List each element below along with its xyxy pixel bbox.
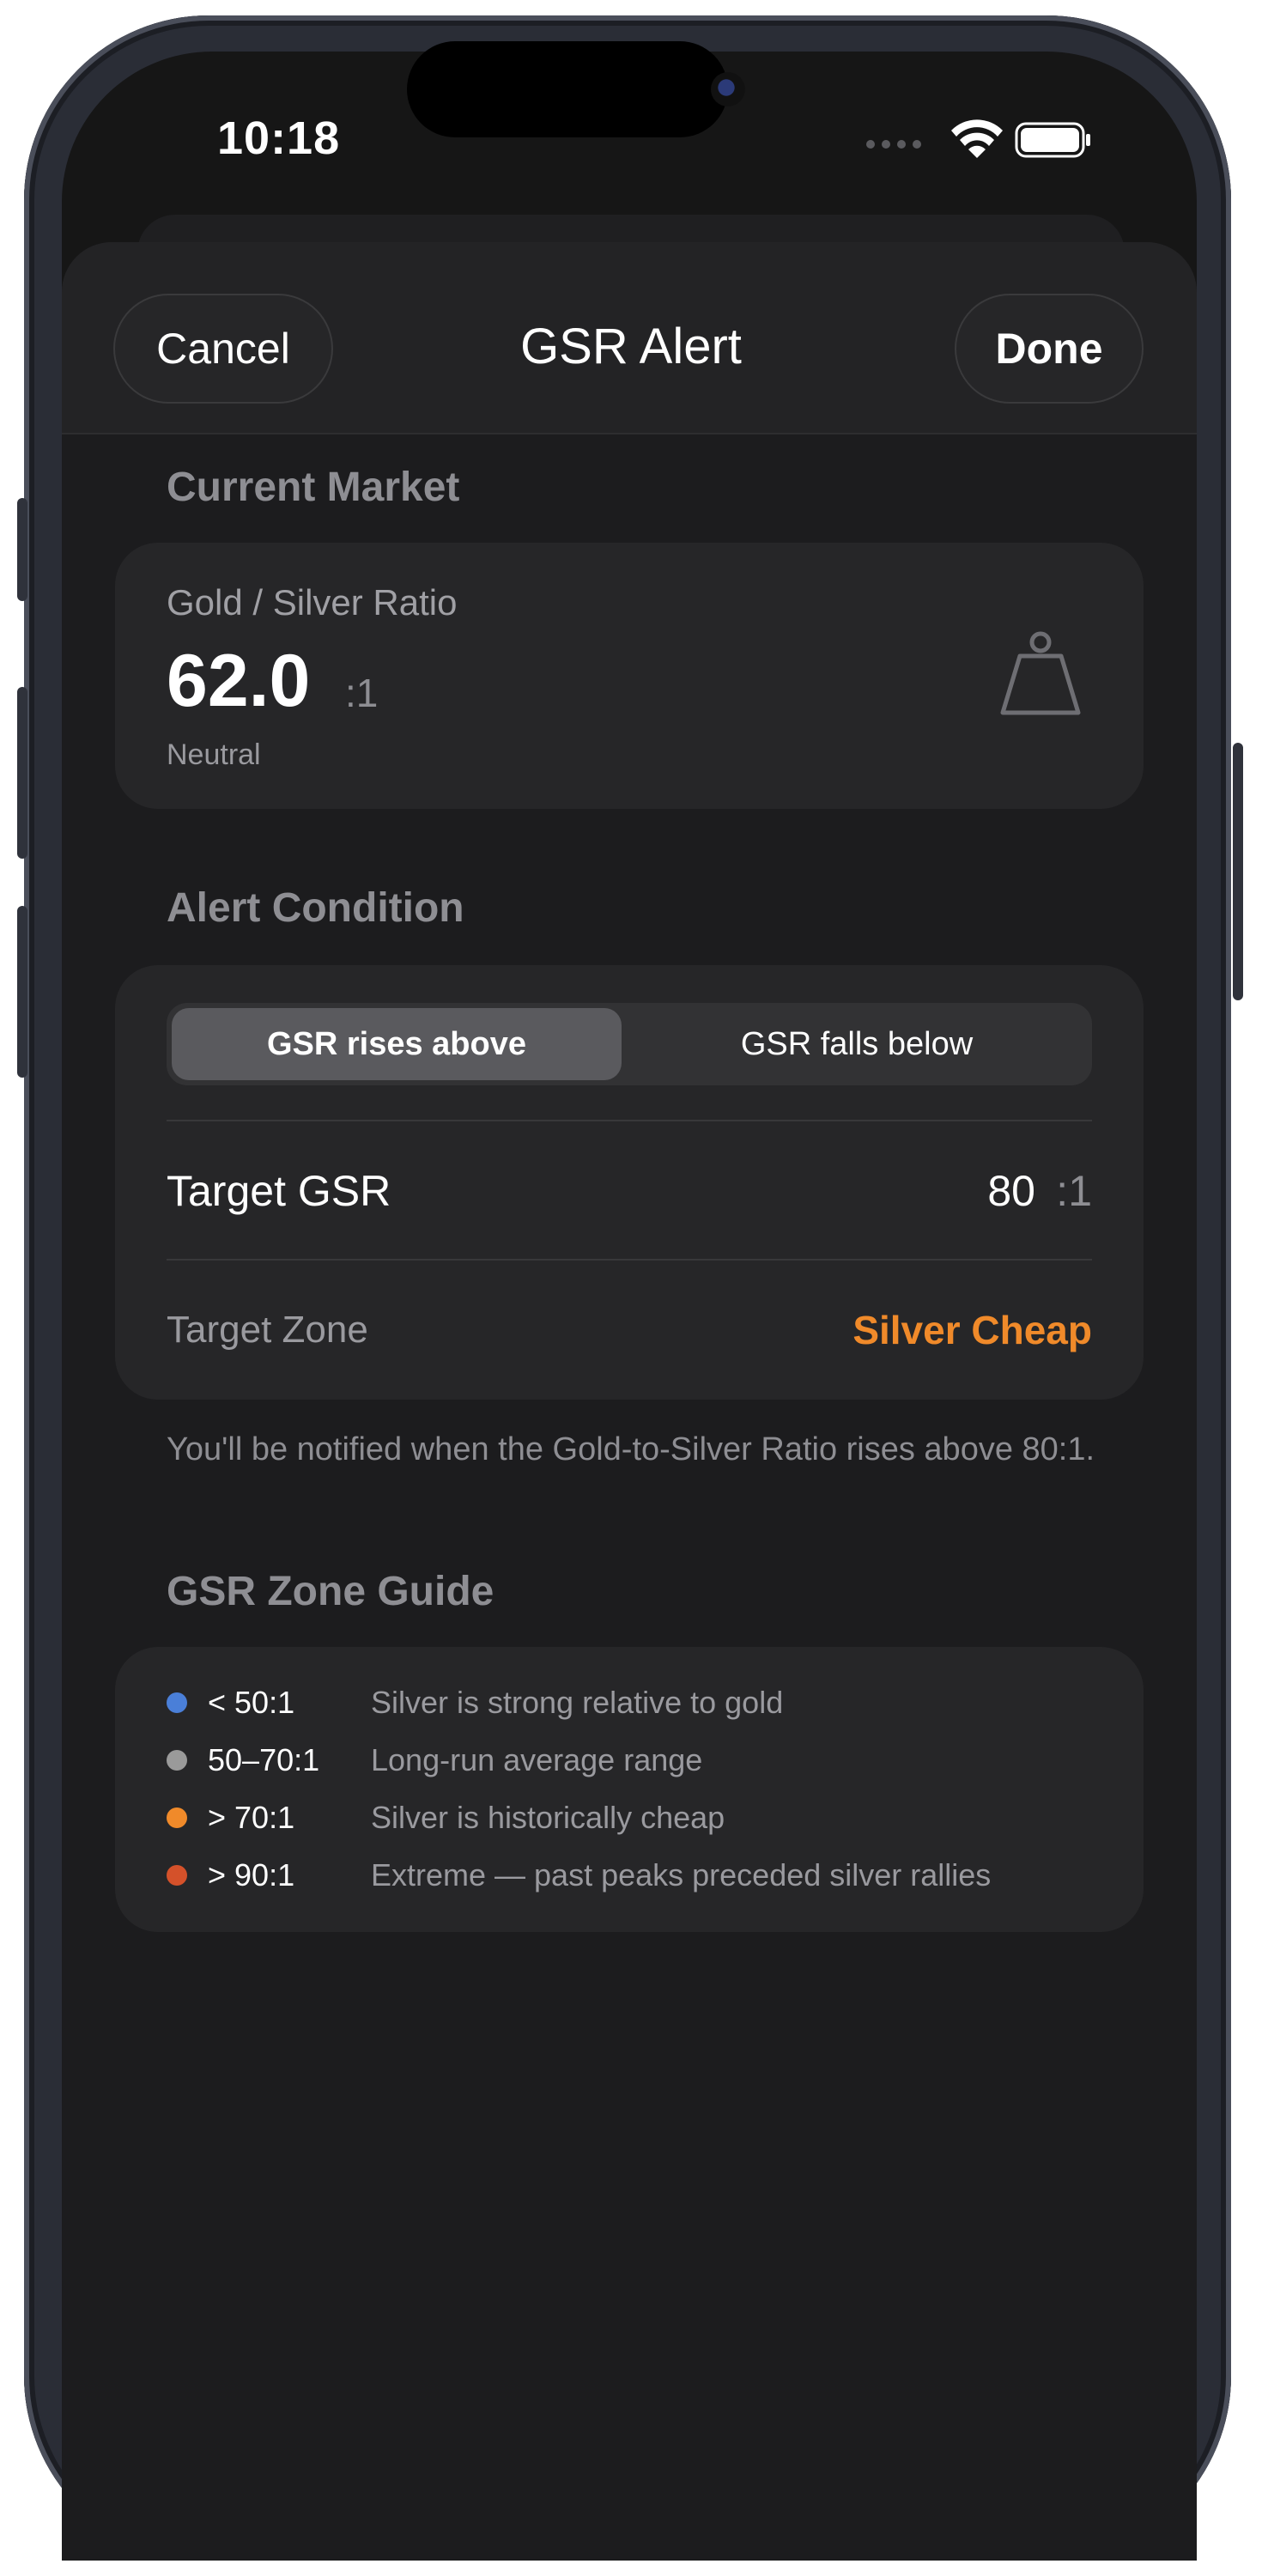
section-title-current-market: Current Market [167,465,460,510]
zone-dot-icon [167,1750,187,1771]
volume-down-button [17,906,27,1078]
status-indicators [865,118,1094,166]
list-item: 50–70:1 Long-run average range [167,1739,702,1782]
zone-range: > 70:1 [208,1800,295,1835]
section-title-alert-condition: Alert Condition [167,885,464,931]
weight-icon [996,630,1085,724]
current-market-card: Gold / Silver Ratio 62.0 :1 Neutral [115,543,1144,809]
ratio-value: 62.0 [167,640,311,722]
market-status: Neutral [167,738,261,771]
list-item: > 90:1 Extreme — past peaks preceded sil… [167,1854,991,1897]
list-item: > 70:1 Silver is historically cheap [167,1796,725,1839]
zone-description: Silver is historically cheap [371,1800,725,1835]
done-button[interactable]: Done [955,294,1144,404]
ratio-label: Gold / Silver Ratio [167,582,458,623]
zone-description: Long-run average range [371,1742,703,1777]
alert-note: You'll be notified when the Gold-to-Silv… [167,1431,1095,1467]
zone-description: Silver is strong relative to gold [371,1685,784,1720]
alert-condition-card: GSR rises above GSR falls below Target G… [115,965,1144,1400]
target-zone-value: Silver Cheap [852,1308,1092,1352]
target-zone-label: Target Zone [167,1309,368,1351]
zone-description: Extreme — past peaks preceded silver ral… [371,1857,992,1893]
cellular-signal-icon [866,140,921,149]
zone-range: < 50:1 [208,1685,295,1720]
zone-range: 50–70:1 [208,1742,320,1777]
zone-dot-icon [167,1807,187,1828]
target-gsr-suffix: :1 [1056,1167,1092,1215]
volume-up-button [17,687,27,859]
direction-segmented-control: GSR rises above GSR falls below [167,1003,1092,1085]
battery-icon [1015,122,1090,158]
ratio-suffix: :1 [345,671,379,715]
action-button [17,498,27,601]
target-gsr-value[interactable]: 80 [987,1166,1035,1216]
section-title-zone-guide: GSR Zone Guide [167,1569,494,1614]
zone-dot-icon [167,1865,187,1886]
status-time: 10:18 [217,112,341,164]
target-gsr-label: Target GSR [167,1167,391,1215]
list-item: < 50:1 Silver is strong relative to gold [167,1681,783,1724]
divider [167,1259,1092,1261]
segment-falls-below[interactable]: GSR falls below [627,1008,1087,1080]
zone-dot-icon [167,1692,187,1713]
divider [167,1120,1092,1121]
power-button [1233,743,1243,1000]
zone-range: > 90:1 [208,1857,295,1893]
camera-icon [711,72,745,106]
zone-guide-card: < 50:1 Silver is strong relative to gold… [115,1647,1144,1932]
wifi-icon [951,119,1003,158]
segment-rises-above[interactable]: GSR rises above [172,1008,622,1080]
dynamic-island [407,41,728,137]
